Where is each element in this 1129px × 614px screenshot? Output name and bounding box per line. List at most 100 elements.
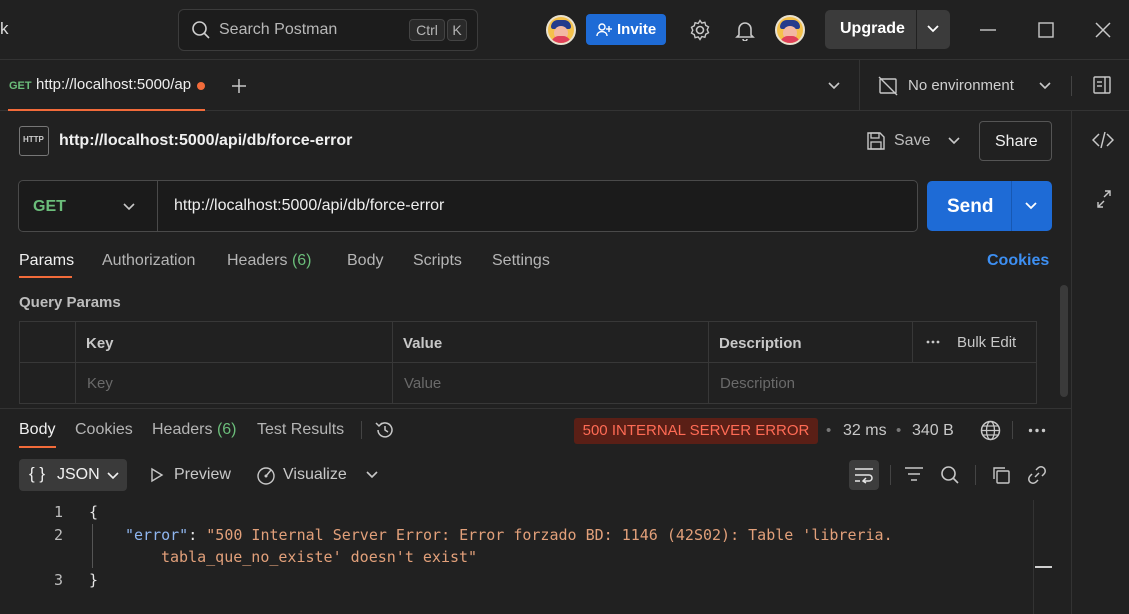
plus-icon[interactable] [230,77,248,95]
query-params-title: Query Params [19,294,121,311]
method-select[interactable]: GET [19,181,157,231]
response-time[interactable]: 32 ms [843,422,887,440]
search-placeholder: Search Postman [219,21,338,38]
code-icon[interactable] [1092,131,1114,149]
separator-dot: • [896,422,902,439]
chevron-down-icon [123,203,135,211]
status-badge[interactable]: 500 INTERNAL SERVER ERROR [574,418,818,444]
method-divider [157,181,158,231]
globe-icon[interactable] [980,420,1001,441]
cookies-link[interactable]: Cookies [987,252,1049,270]
code-line: "error": "500 Internal Server Error: Err… [125,526,893,544]
environment-quick-look-icon[interactable] [1092,75,1112,95]
response-tab-body[interactable]: Body [19,421,55,439]
invite-button[interactable]: Invite [586,14,666,45]
tab-headers[interactable]: Headers (6) [227,252,312,270]
response-size[interactable]: 340 B [912,422,954,440]
close-icon[interactable] [1094,21,1112,39]
response-tab-cookies[interactable]: Cookies [75,421,133,439]
filter-icon[interactable] [904,465,924,483]
json-colon: : [188,526,207,544]
divider [890,465,891,485]
response-body-viewer[interactable]: 1 { 2 "error": "500 Internal Server Erro… [0,500,1050,614]
maximize-icon[interactable] [1038,22,1054,38]
settings-gear-icon[interactable] [689,19,711,41]
response-headers-label: Headers [152,421,213,438]
search-icon[interactable] [940,465,960,485]
chevron-down-icon[interactable] [926,24,940,34]
visualize-icon [257,467,275,485]
environment-label: No environment [908,77,1014,94]
more-options-icon[interactable] [1028,428,1046,433]
key-input[interactable]: Key [87,375,113,392]
history-icon[interactable] [374,419,396,441]
column-header-description: Description [719,335,802,352]
row-divider [20,362,1036,363]
bulk-edit-button[interactable]: Bulk Edit [957,334,1016,351]
value-input[interactable]: Value [404,375,441,392]
line-number: 1 [53,503,63,521]
title-bar: k Search Postman Ctrl K Invite Upgrade [0,0,1129,60]
shortcut-ctrl: Ctrl [409,19,445,41]
more-options-icon[interactable] [926,340,940,344]
wrap-lines-button[interactable] [849,460,879,490]
response-tab-headers[interactable]: Headers (6) [152,421,237,439]
tab-method: GET [9,80,32,92]
copy-icon[interactable] [991,465,1011,485]
url-input[interactable]: http://localhost:5000/api/db/force-error [174,197,444,215]
search-input[interactable]: Search Postman Ctrl K [178,9,478,51]
url-bar: GET http://localhost:5000/api/db/force-e… [18,180,918,232]
line-number: 3 [53,571,63,589]
environment-selector[interactable]: No environment [878,72,1058,100]
save-options-chevron-icon[interactable] [947,136,961,146]
col-divider [912,322,913,362]
share-label: Share [995,133,1038,150]
send-options-chevron-icon[interactable] [1024,201,1038,211]
upgrade-label: Upgrade [840,20,905,37]
line-number: 2 [53,526,63,544]
tab-body[interactable]: Body [347,252,383,270]
tabs-dropdown-chevron-icon[interactable] [827,81,841,91]
indent-guide [92,524,93,568]
request-scrollbar[interactable] [1060,285,1068,397]
preview-button[interactable]: Preview [148,464,238,486]
invite-label: Invite [617,21,657,38]
response-tab-test-results[interactable]: Test Results [257,421,344,439]
user-avatar[interactable] [775,15,805,45]
request-tabs-bar: GET http://localhost:5000/api No environ… [0,60,1129,111]
bell-icon[interactable] [735,19,755,41]
team-avatar[interactable] [546,15,576,45]
chevron-down-icon [107,472,119,480]
json-key: "error" [125,526,189,544]
request-name: http://localhost:5000/api/db/force-error [59,132,353,149]
json-string-wrapped: tabla_que_no_existe' doesn't exist" [161,548,478,566]
response-headers-count: (6) [216,421,237,438]
right-sidebar [1071,111,1129,614]
play-icon [151,467,164,483]
add-user-icon [596,23,612,37]
wrap-lines-icon [855,468,873,484]
description-input[interactable]: Description [720,375,795,392]
send-button[interactable]: Send [927,181,1052,231]
related-collections-icon[interactable] [1095,189,1113,209]
tab-authorization[interactable]: Authorization [102,252,195,270]
link-icon[interactable] [1027,465,1047,485]
visualize-button[interactable]: Visualize [256,464,356,486]
upgrade-divider [916,10,917,49]
tab-scripts[interactable]: Scripts [413,252,462,270]
minimap-marker[interactable] [1035,566,1052,568]
format-select[interactable]: { } JSON [19,459,127,491]
preview-label: Preview [174,466,231,483]
tab-settings[interactable]: Settings [492,252,550,270]
http-request-icon: HTTP [19,126,49,156]
visualize-options-chevron-icon[interactable] [365,470,379,480]
minimize-icon[interactable] [979,22,997,38]
code-line: { [89,503,99,521]
upgrade-button[interactable]: Upgrade [825,10,950,49]
braces-icon: { } [29,464,46,483]
visualize-label: Visualize [283,466,347,483]
tab-params[interactable]: Params [19,252,74,270]
share-button[interactable]: Share [979,121,1052,161]
shortcut-k: K [447,19,467,41]
request-tab[interactable]: GET http://localhost:5000/api [0,60,205,111]
